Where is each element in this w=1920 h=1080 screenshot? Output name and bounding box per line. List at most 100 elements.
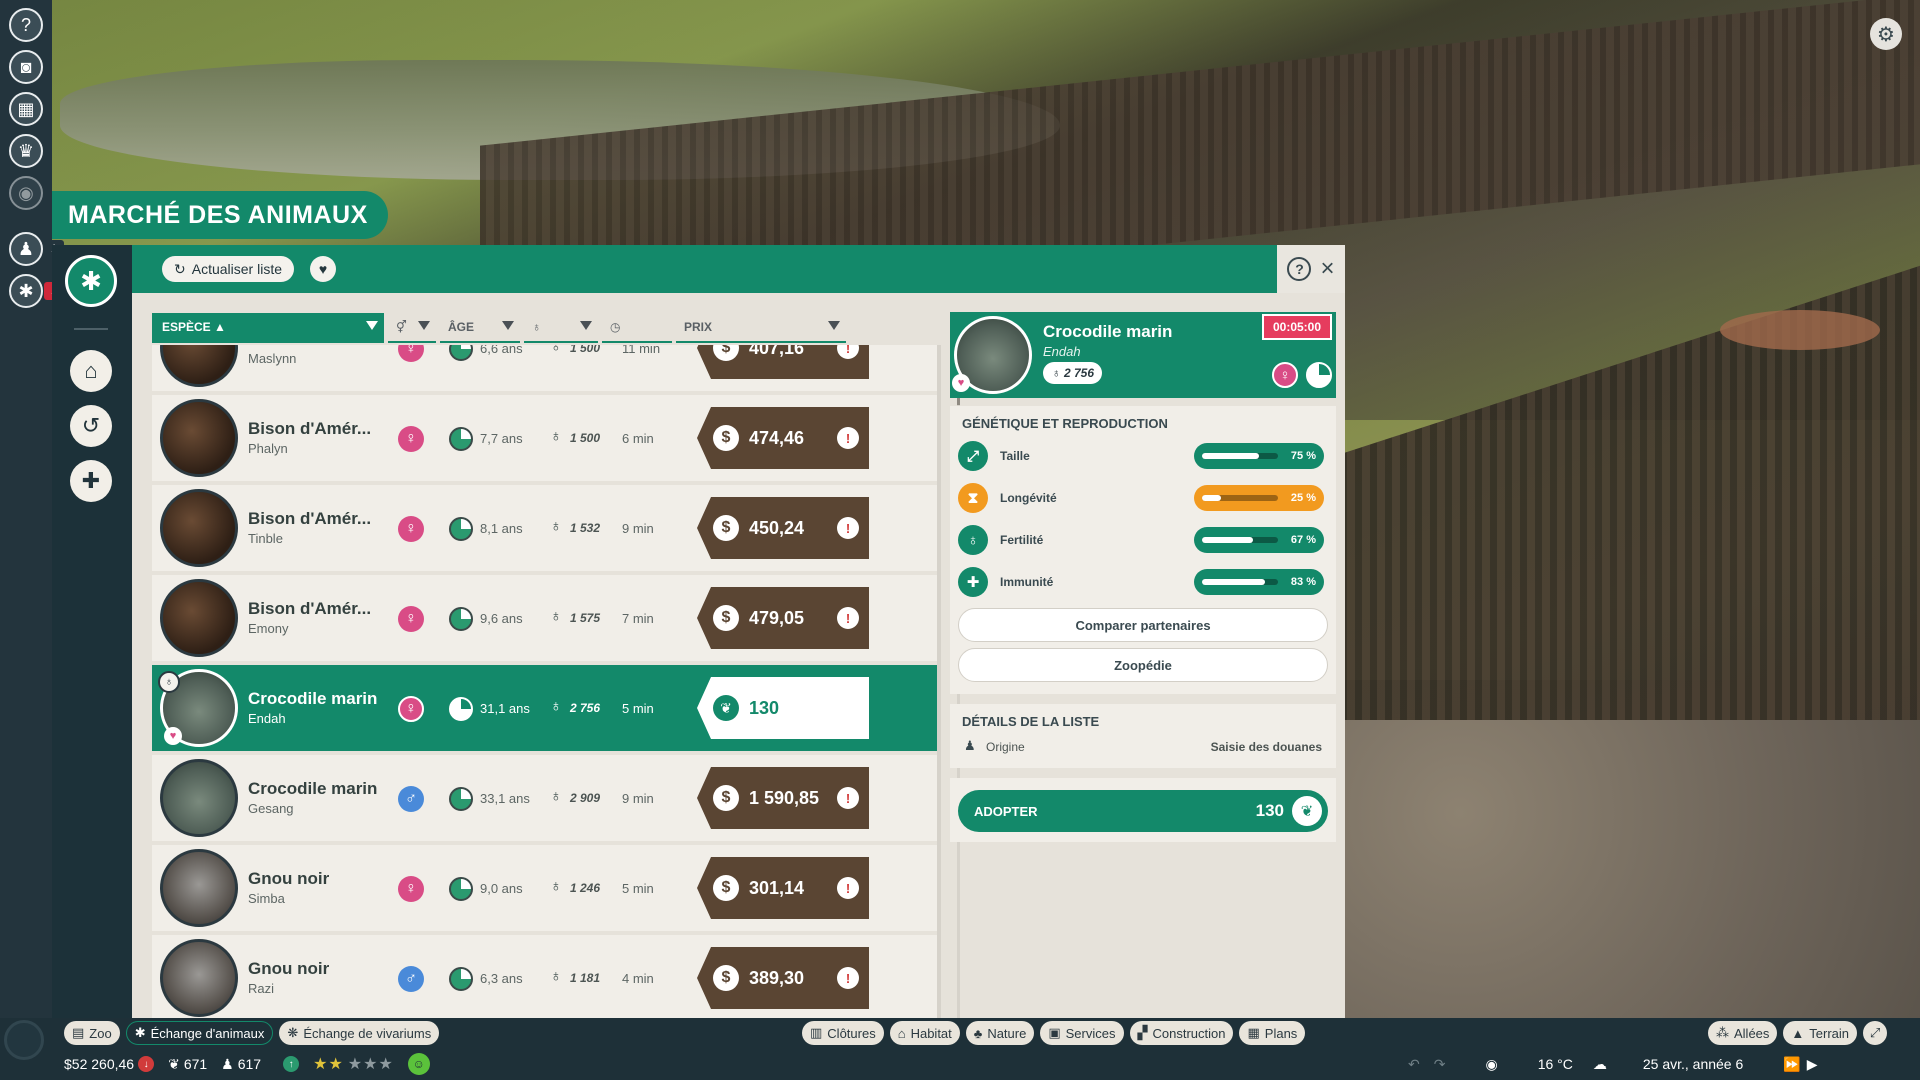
compare-partners-button[interactable]: Comparer partenaires [958,608,1328,642]
details-header: ♥ Crocodile marin Endah ♁ 2 756 00:05:00 … [950,312,1336,398]
filter-icon[interactable] [366,321,378,330]
stat-bar: 83 % [1194,569,1324,595]
section-title: DÉTAILS DE LA LISTE [962,714,1100,729]
expand-icon[interactable]: ⤢ [1863,1021,1888,1045]
paw-icon: ✱ [134,1025,146,1040]
list-item[interactable]: Gnou noir Razi ♂ 6,3 ans ♁ 1 181 4 min $… [152,935,937,1018]
list-item[interactable]: Bison d'Amér... Emony ♀ 9,6 ans ♁ 1 575 … [152,575,937,661]
price-tag[interactable]: $474,46! [697,407,869,469]
tab-nature[interactable]: ♣ Nature [965,1021,1035,1045]
zoo-icon[interactable]: ◙ [9,50,43,84]
paw-icon[interactable]: ✱ [9,274,43,308]
price-tag[interactable]: $479,05! [697,587,869,649]
tab-fences[interactable]: ▥ Clôtures [802,1021,884,1045]
reputation-icon: ♁ [550,428,562,445]
list-item[interactable]: Bison d'Amér... Phalyn ♀ 7,7 ans ♁ 1 500… [152,395,937,481]
refresh-list-button[interactable]: ↻ Actualiser liste [162,256,294,282]
age-icon [449,517,473,541]
tab-habitat[interactable]: ⌂ Habitat [889,1021,960,1045]
list-item[interactable]: Bison d'Amér... Tinble ♀ 8,1 ans ♁ 1 532… [152,485,937,571]
undo-icon[interactable]: ↶ [1408,1056,1420,1073]
calendar-icon[interactable]: ▦ [9,92,43,126]
favorite-filter-button[interactable]: ♥ [310,256,336,282]
column-species[interactable]: ESPÈCE ▲ [152,313,384,343]
list-item-selected[interactable]: ♁ ♥ Crocodile marin Endah ♀ 31,1 ans ♁ 2… [152,665,937,751]
animal-name: Bison d'Amér... [248,419,372,438]
time-left: 9 min [622,521,654,536]
close-button[interactable]: × [1320,257,1334,281]
settings-gear-icon[interactable]: ⚙ [1870,18,1902,50]
heart-icon[interactable]: ♥ [952,374,970,392]
staff-icon[interactable]: ♟ [9,232,43,266]
price-tag[interactable]: $1 590,85! [697,767,869,829]
adopt-section: ADOPTER 130 ❦ [950,778,1336,842]
fast-forward-icon[interactable]: ⏩ [1783,1056,1800,1073]
help-button[interactable]: ? [1287,257,1312,281]
animal-portrait [160,489,238,567]
list-item[interactable]: Crocodile marin Gesang ♂ 33,1 ans ♁ 2 90… [152,755,937,841]
list-item[interactable]: Maslynn ♀ 6,6 ans ♁ 1 500 11 min $407,16… [152,345,937,391]
price-tag[interactable]: $450,24! [697,497,869,559]
stat-bar: 75 % [1194,443,1324,469]
price-tag[interactable]: $301,14! [697,857,869,919]
filter-icon[interactable] [418,321,430,330]
animal-age: 7,7 ans [480,431,523,446]
price-tag[interactable]: ❦ 130 [697,677,869,739]
heart-icon[interactable]: ♥ [164,727,182,745]
tab-zoo[interactable]: ▤ Zoo [64,1021,120,1045]
details-nickname: Endah [1043,344,1081,359]
paw-market-icon[interactable]: ✱ [65,255,117,307]
tab-paths[interactable]: ⁂ Allées [1708,1021,1778,1045]
column-price[interactable]: PRIX [676,313,846,343]
market-subnav: ✱ ⌂ ↺ ✚ [52,245,132,1018]
age-icon [449,697,473,721]
adopt-button[interactable]: ADOPTER 130 ❦ [958,790,1328,832]
list-item[interactable]: Gnou noir Simba ♀ 9,0 ans ♁ 1 246 5 min … [152,845,937,931]
column-gender[interactable]: ⚥ [388,313,436,343]
tab-services[interactable]: ▣ Services [1040,1021,1124,1045]
price-tag[interactable]: $389,30! [697,947,869,1009]
tab-construction[interactable]: ▞ Construction [1129,1021,1234,1045]
stat-bar: 25 % [1194,485,1324,511]
column-reputation[interactable]: ♁ [524,313,598,343]
tab-animal-exchange[interactable]: ✱ Échange d'animaux [125,1021,274,1045]
reputation-icon: ♁ [550,788,562,805]
minimap-button[interactable] [4,1020,44,1060]
trophy-icon[interactable]: ♛ [9,134,43,168]
history-icon[interactable]: ↺ [70,405,112,447]
eye-icon[interactable]: ◉ [9,176,43,210]
refresh-icon: ↻ [174,260,186,277]
filter-icon[interactable] [502,321,514,330]
gender-badge: ♀ [398,345,424,362]
animal-portrait [160,849,238,927]
tab-terrain[interactable]: ▲ Terrain [1783,1021,1858,1045]
gift-icon[interactable]: ✚ [70,460,112,502]
camera-icon[interactable]: ◉ [1485,1056,1497,1073]
column-age[interactable]: ÂGE [440,313,520,343]
habitat-icon[interactable]: ⌂ [70,350,112,392]
tab-plans[interactable]: ▦ Plans [1239,1021,1306,1045]
age-icon [449,787,473,811]
column-time[interactable]: ◷ [602,313,672,343]
animal-name: Crocodile marin [248,689,378,708]
filter-icon[interactable] [580,321,592,330]
vivarium-icon: ❋ [287,1025,299,1040]
animal-age: 6,6 ans [480,345,523,356]
play-icon[interactable]: ▶ [1807,1056,1818,1073]
tab-vivarium-exchange[interactable]: ❋ Échange de vivariums [279,1021,440,1045]
help-icon[interactable]: ? [9,8,43,42]
countdown-timer: 00:05:00 [1262,314,1332,340]
warning-icon: ! [837,787,859,809]
zoo-icon: ▤ [72,1025,85,1040]
price-tag[interactable]: $407,16! [697,345,869,379]
time-controls: ↶ ↷ ◉ 16 °C ☁ 25 avr., année 6 ⏩ ▶ [1408,1052,1832,1076]
tree-icon: ♣ [973,1025,983,1041]
animal-portrait [160,399,238,477]
guests-icon: ♟ [221,1055,234,1072]
zoopedia-button[interactable]: Zoopédie [958,648,1328,682]
filter-icon[interactable] [828,321,840,330]
origin-label: Origine [986,740,1025,754]
age-icon [449,427,473,451]
redo-icon[interactable]: ↷ [1434,1056,1446,1073]
animal-age: 9,6 ans [480,611,523,626]
